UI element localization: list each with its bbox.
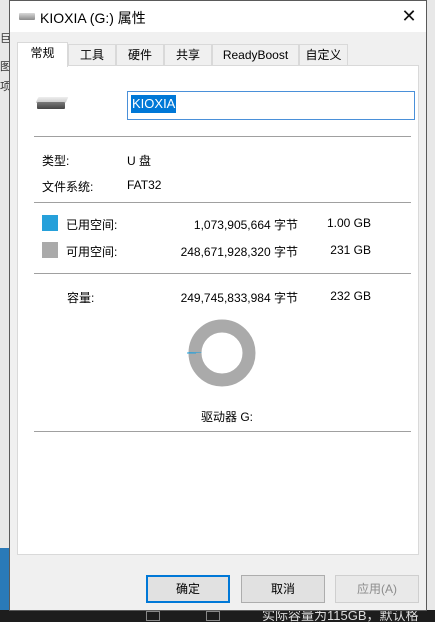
close-icon: ✕	[401, 6, 417, 26]
tab-tools[interactable]: 工具	[68, 44, 116, 66]
type-value: U 盘	[127, 154, 152, 168]
taskbar: 实际容量为115GB，默认格	[0, 610, 435, 622]
usb-drive-icon	[19, 13, 35, 20]
general-panel: KIOXIA 类型: U 盘 文件系统: FAT32 已用空间: 1,073,9…	[17, 65, 419, 555]
taskbar-icon[interactable]	[206, 611, 220, 621]
tab-sharing[interactable]: 共享	[164, 44, 212, 66]
capacity-label: 容量:	[67, 291, 95, 305]
apply-button[interactable]: 应用(A)	[335, 575, 419, 603]
used-space-bytes: 1,073,905,664 字节	[193, 218, 298, 232]
file-system-label: 文件系统:	[42, 180, 94, 194]
divider	[34, 431, 411, 432]
usage-donut-chart	[187, 319, 256, 387]
properties-dialog: KIOXIA (G:) 属性 ✕ 常规 工具 硬件 共享 ReadyBoost …	[9, 0, 427, 611]
free-space-size: 231 GB	[330, 243, 371, 257]
divider	[34, 202, 411, 203]
drive-name-input[interactable]: KIOXIA	[127, 91, 415, 120]
background-window-right	[427, 0, 435, 622]
free-space-bytes: 248,671,928,320 字节	[180, 245, 298, 259]
close-button[interactable]: ✕	[392, 1, 426, 32]
background-text: 实际容量为115GB，默认格	[262, 610, 419, 622]
capacity-size: 232 GB	[330, 289, 371, 303]
free-space-label: 可用空间:	[66, 245, 118, 259]
type-label: 类型:	[42, 154, 70, 168]
taskbar-icon[interactable]	[146, 611, 160, 621]
used-space-swatch	[42, 215, 58, 231]
used-space-size: 1.00 GB	[326, 216, 371, 230]
free-space-swatch	[42, 242, 58, 258]
background-window-left: 巨 图 项	[0, 0, 9, 622]
divider	[34, 273, 411, 274]
file-system-value: FAT32	[127, 178, 162, 192]
tab-customize[interactable]: 自定义	[299, 44, 348, 66]
tab-readyboost[interactable]: ReadyBoost	[212, 44, 299, 66]
capacity-bytes: 249,745,833,984 字节	[180, 291, 298, 305]
title-bar[interactable]: KIOXIA (G:) 属性 ✕	[10, 1, 426, 32]
window-title: KIOXIA (G:) 属性	[40, 10, 146, 26]
used-space-label: 已用空间:	[66, 218, 118, 232]
cancel-button[interactable]: 取消	[241, 575, 325, 603]
ok-button[interactable]: 确定	[146, 575, 230, 603]
drive-name-selection: KIOXIA	[131, 95, 177, 113]
tab-general[interactable]: 常规	[17, 42, 68, 67]
tab-hardware[interactable]: 硬件	[116, 44, 164, 66]
free-space-ring	[188, 319, 256, 387]
divider	[34, 136, 411, 137]
drive-letter-label: 驱动器 G:	[201, 410, 254, 424]
usb-drive-icon	[35, 97, 69, 109]
